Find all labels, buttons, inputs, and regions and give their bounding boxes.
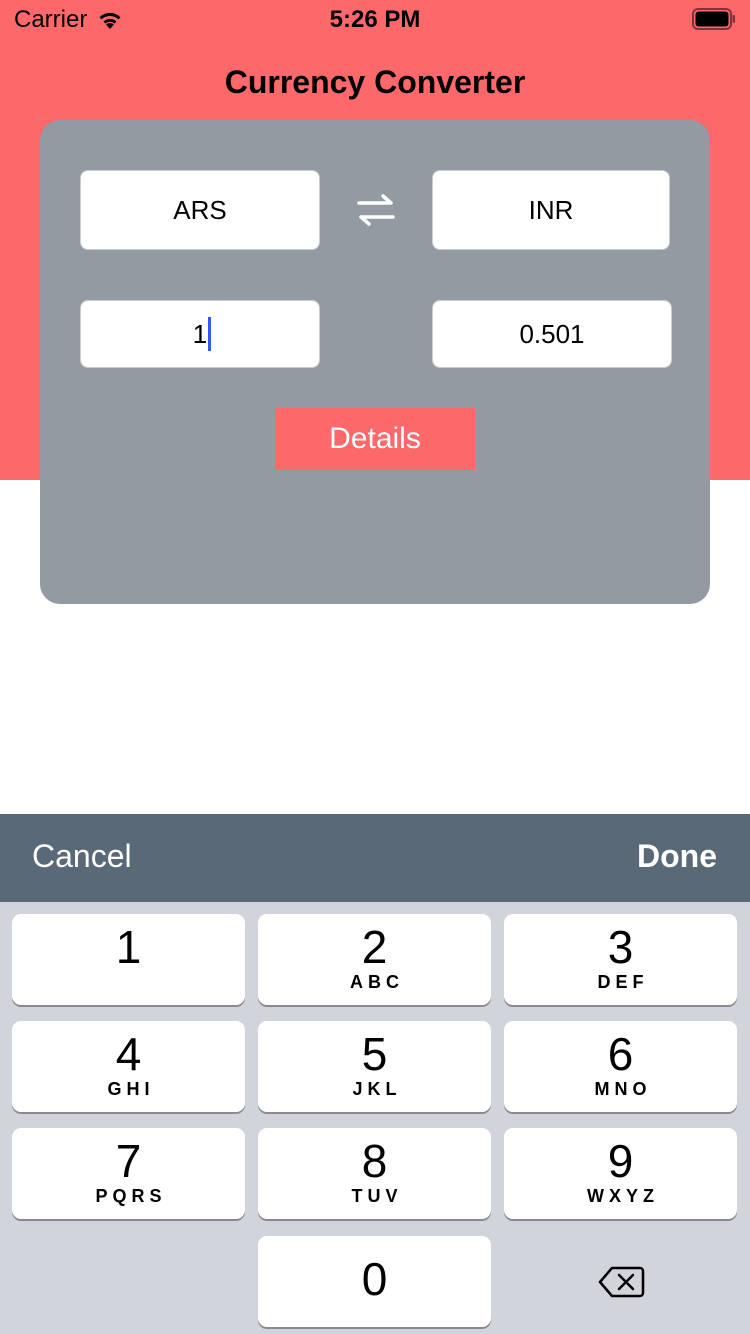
key-0[interactable]: 0 <box>258 1236 491 1327</box>
key-digit: 2 <box>361 921 388 973</box>
battery-icon <box>692 8 735 30</box>
key-digit: 0 <box>361 1253 388 1305</box>
amount-input[interactable]: 1 <box>80 300 320 368</box>
key-6[interactable]: 6 MNO <box>504 1021 737 1112</box>
key-1[interactable]: 1 <box>12 914 245 1005</box>
swap-currencies-button[interactable] <box>352 186 400 234</box>
key-digit: 1 <box>115 921 142 973</box>
key-digit: 6 <box>607 1028 634 1080</box>
key-digit: 4 <box>115 1028 142 1080</box>
key-4[interactable]: 4 GHI <box>12 1021 245 1112</box>
to-currency-selector[interactable]: INR <box>432 170 670 250</box>
key-5[interactable]: 5 JKL <box>258 1021 491 1112</box>
key-letters: MNO <box>594 1079 652 1099</box>
keyboard-toolbar: Cancel Done <box>0 814 750 902</box>
key-letters: GHI <box>107 1079 155 1099</box>
amount-value-wrapper: 1 <box>192 316 212 351</box>
details-button[interactable]: Details <box>275 408 475 470</box>
cancel-button[interactable]: Cancel <box>32 838 132 875</box>
key-letters: TUV <box>351 1186 403 1206</box>
result-field[interactable]: 0.501 <box>432 300 672 368</box>
key-digit: 9 <box>607 1135 634 1187</box>
delete-key[interactable] <box>504 1236 737 1327</box>
key-7[interactable]: 7 PQRS <box>12 1128 245 1219</box>
key-letters: WXYZ <box>587 1186 659 1206</box>
key-9[interactable]: 9 WXYZ <box>504 1128 737 1219</box>
done-button[interactable]: Done <box>637 838 717 875</box>
key-8[interactable]: 8 TUV <box>258 1128 491 1219</box>
to-currency-label: INR <box>528 194 574 225</box>
key-digit: 5 <box>361 1028 388 1080</box>
result-value: 0.501 <box>519 318 585 349</box>
key-letters: ABC <box>350 972 404 992</box>
amount-value: 1 <box>192 318 208 349</box>
numeric-keypad: 1 2 ABC 3 DEF 4 GHI 5 JKL 6 MNO 7 PQRS 8… <box>0 902 750 1334</box>
swap-arrows-icon <box>357 194 395 226</box>
from-currency-selector[interactable]: ARS <box>80 170 320 250</box>
backspace-icon <box>598 1266 644 1297</box>
key-digit: 3 <box>607 921 634 973</box>
status-bar: Carrier 5:26 PM <box>0 0 750 40</box>
key-digit: 8 <box>361 1135 388 1187</box>
key-letters: PQRS <box>95 1186 167 1206</box>
key-3[interactable]: 3 DEF <box>504 914 737 1005</box>
key-2[interactable]: 2 ABC <box>258 914 491 1005</box>
key-letters: DEF <box>597 972 649 992</box>
key-letters: JKL <box>352 1079 402 1099</box>
from-currency-label: ARS <box>173 194 227 225</box>
text-caret <box>208 316 212 351</box>
page-title: Currency Converter <box>224 64 526 100</box>
key-digit: 7 <box>115 1135 142 1187</box>
converter-card: ARS INR 1 0.501 Details <box>40 120 710 604</box>
status-time: 5:26 PM <box>329 6 421 33</box>
